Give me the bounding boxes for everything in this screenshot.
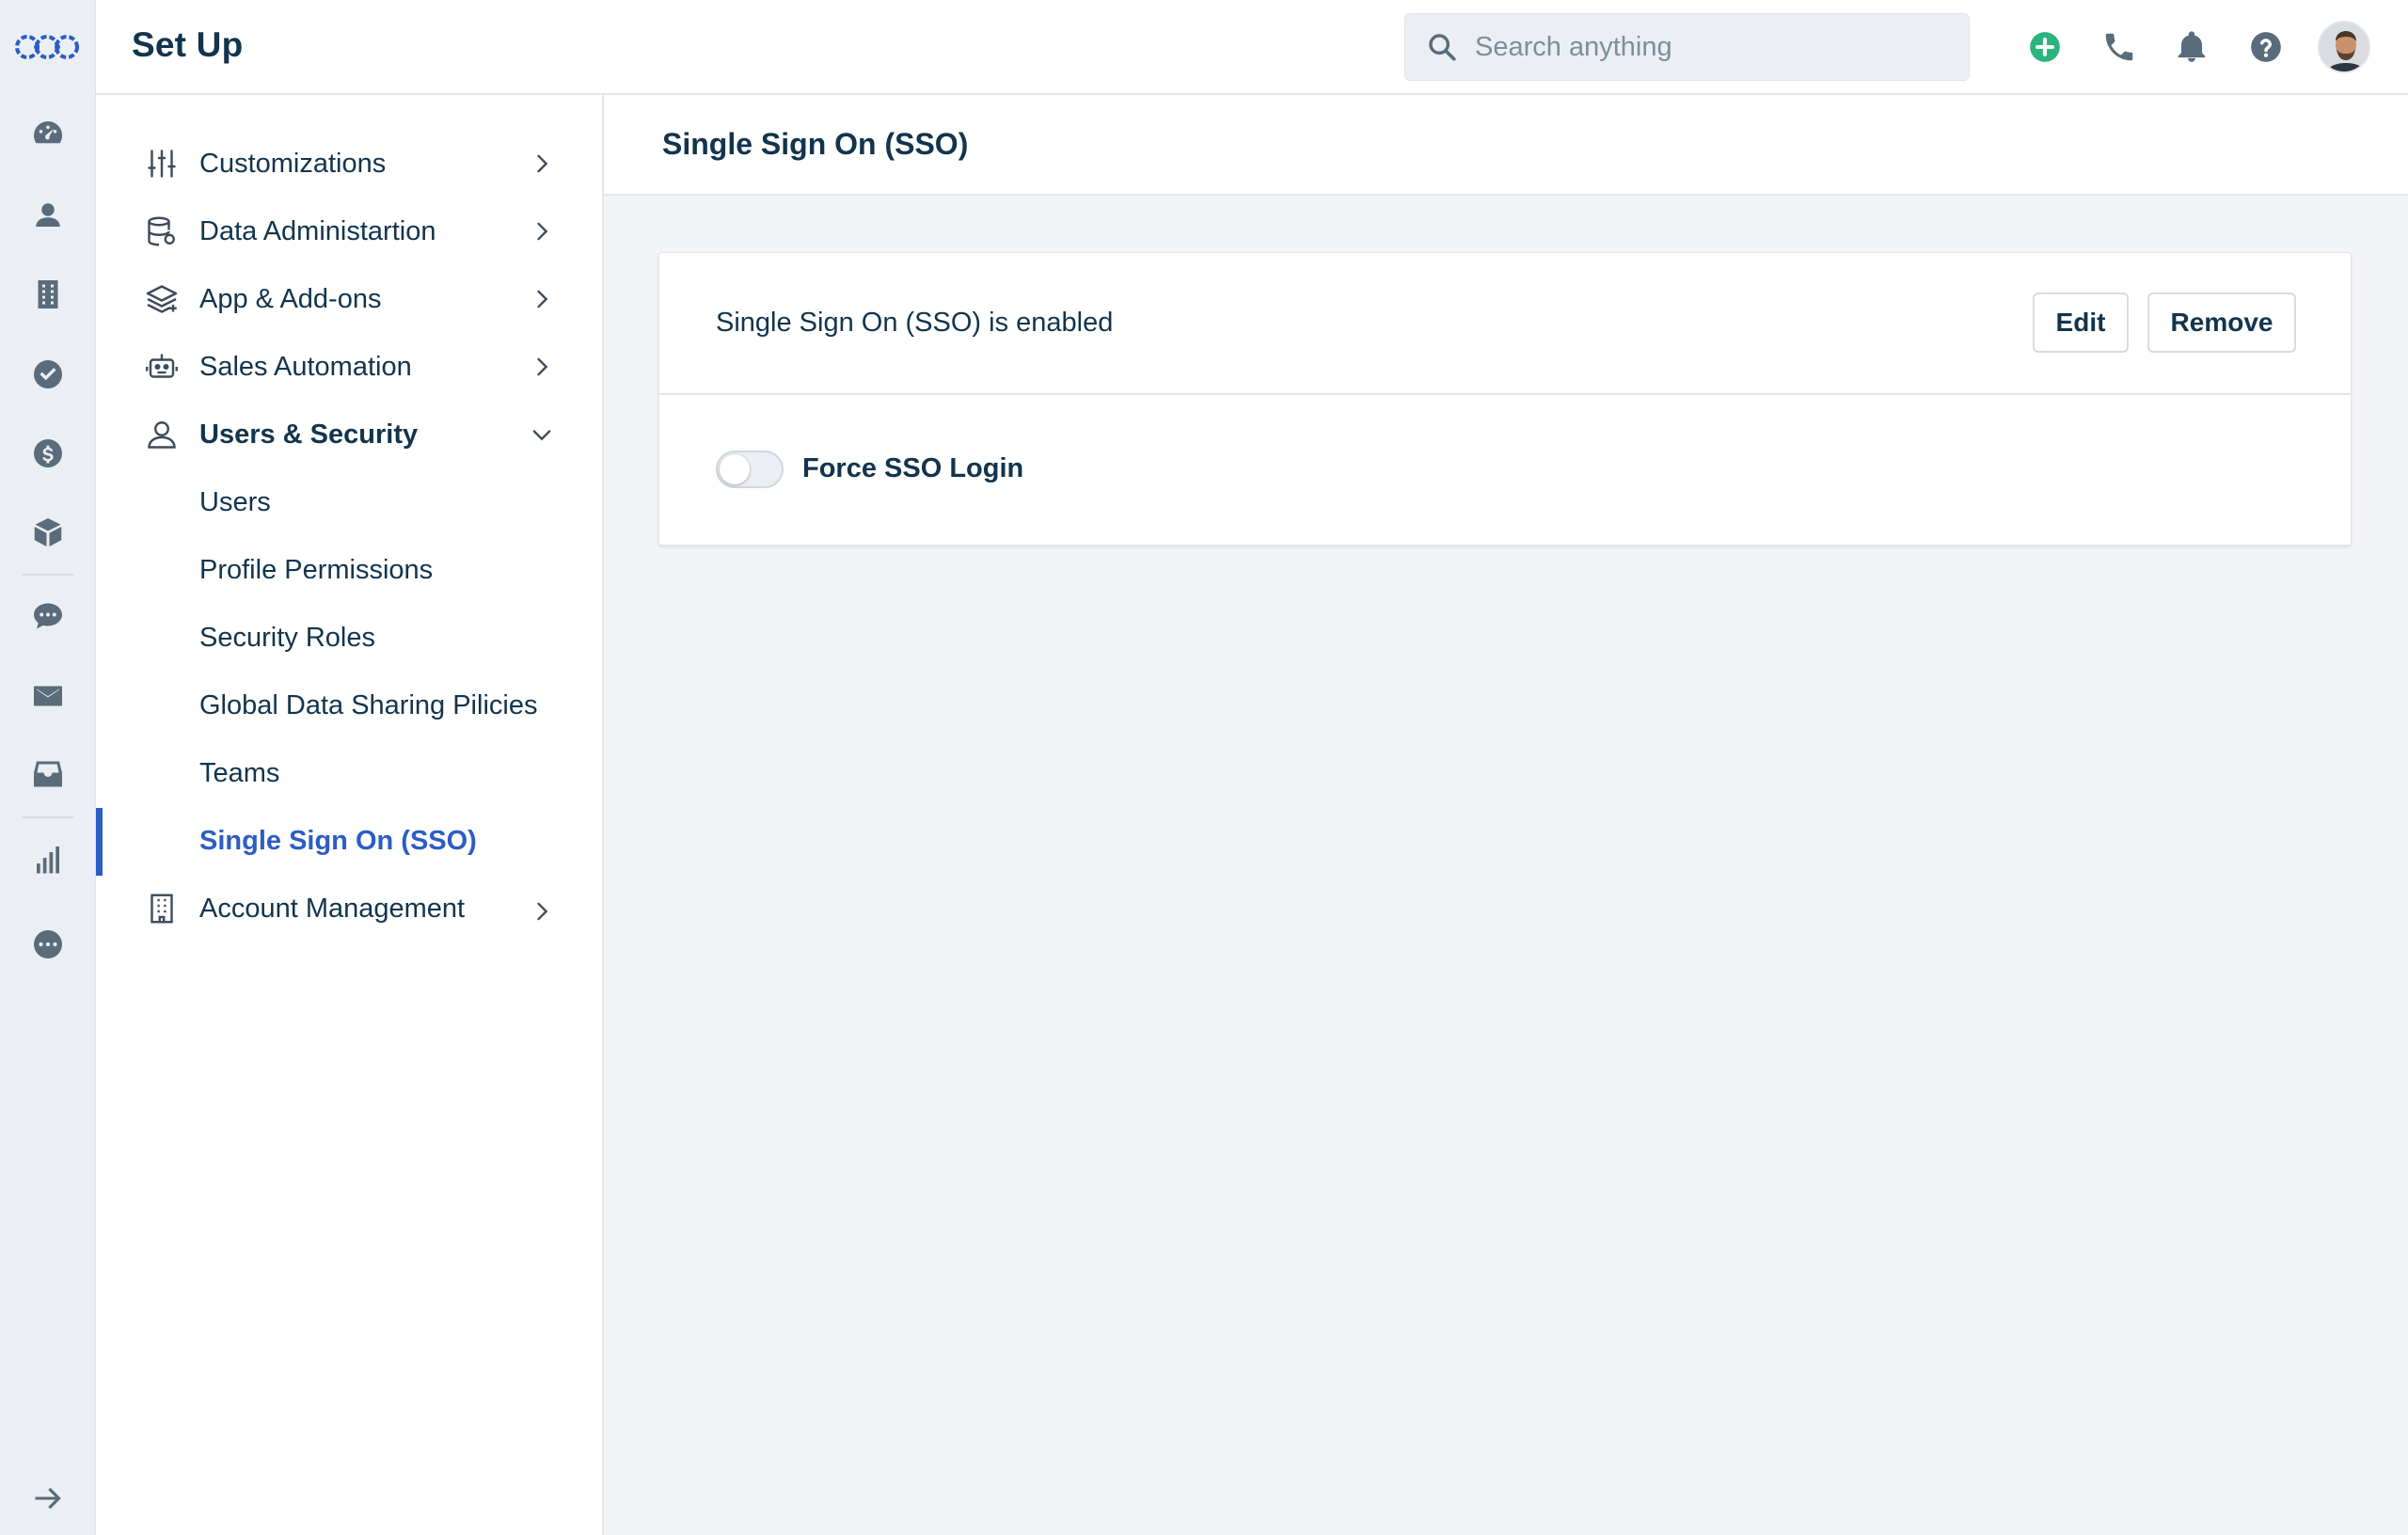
search-input[interactable] <box>1475 31 1969 63</box>
sidebar-item-label: Account Management <box>199 893 466 924</box>
reports-icon[interactable] <box>24 837 71 884</box>
dashboard-icon[interactable] <box>24 109 71 156</box>
inbox-icon[interactable] <box>24 751 71 798</box>
mail-icon[interactable] <box>24 673 71 720</box>
sidebar-item-account-management[interactable]: Account Management <box>96 880 602 937</box>
sidebar-subitem-profile-permissions[interactable]: Profile Permissions <box>96 542 602 598</box>
sidebar-item-label: Data Administartion <box>199 215 436 246</box>
deals-icon[interactable] <box>24 430 71 477</box>
sidebar-subitem-label: Teams <box>199 757 280 788</box>
sliders-icon <box>145 147 179 181</box>
robot-icon <box>145 350 179 384</box>
sidebar-subitem-label: Security Roles <box>199 622 375 653</box>
sso-settings-card: Single Sign On (SSO) is enabled Edit Rem… <box>658 252 2352 546</box>
sidebar-subitem-sso[interactable]: Single Sign On (SSO) <box>96 813 602 869</box>
chevron-right-icon <box>537 357 548 376</box>
app-logo-icon[interactable] <box>14 28 80 66</box>
database-icon <box>145 214 179 248</box>
sidebar-item-customizations[interactable]: Customizations <box>96 135 602 192</box>
expand-arrow-icon[interactable] <box>24 1475 71 1522</box>
sidebar-subitem-label: Users <box>199 486 271 517</box>
accounts-icon[interactable] <box>24 271 71 318</box>
chevron-right-icon <box>537 222 548 241</box>
force-sso-toggle[interactable] <box>716 451 784 488</box>
sidebar-item-app-addons[interactable]: App & Add-ons <box>96 271 602 327</box>
remove-button[interactable]: Remove <box>2147 293 2296 353</box>
search-icon <box>1429 34 1456 61</box>
contacts-icon[interactable] <box>24 192 71 239</box>
sidebar-subitem-label: Profile Permissions <box>199 554 434 585</box>
sidebar-item-label: Users & Security <box>199 419 419 450</box>
search-box[interactable] <box>1404 13 1970 81</box>
content-header: Single Sign On (SSO) <box>604 95 2408 196</box>
layers-icon <box>145 282 179 316</box>
sidebar-item-label: App & Add-ons <box>199 283 382 314</box>
more-icon[interactable] <box>24 921 71 968</box>
sidebar-subitem-teams[interactable]: Teams <box>96 745 602 801</box>
rail-separator <box>23 574 73 576</box>
sidebar-item-label: Customizations <box>199 148 387 179</box>
chevron-right-icon <box>537 902 548 921</box>
sidebar-item-label: Sales Automation <box>199 351 412 382</box>
tasks-icon[interactable] <box>24 351 71 398</box>
sidebar-subitem-global-data-sharing[interactable]: Global Data Sharing Pilicies <box>96 677 602 734</box>
bell-icon[interactable] <box>2170 25 2213 69</box>
phone-icon[interactable] <box>2098 25 2141 69</box>
building-icon <box>145 892 179 926</box>
sidebar-subitem-security-roles[interactable]: Security Roles <box>96 609 602 666</box>
section-title: Single Sign On (SSO) <box>662 127 969 161</box>
chevron-down-icon <box>532 430 551 441</box>
force-sso-label: Force SSO Login <box>802 453 1024 483</box>
sidebar-item-users-security[interactable]: Users & Security <box>96 406 602 463</box>
sso-status-text: Single Sign On (SSO) is enabled <box>716 308 1114 338</box>
sso-status-row: Single Sign On (SSO) is enabled Edit Rem… <box>659 253 2351 395</box>
sidebar-item-sales-automation[interactable]: Sales Automation <box>96 339 602 395</box>
chat-icon[interactable] <box>24 593 71 640</box>
sidebar-subitem-users[interactable]: Users <box>96 474 602 530</box>
settings-sidebar: Customizations Data Administartion App &… <box>96 95 604 1535</box>
help-icon[interactable] <box>2244 25 2288 69</box>
toggle-knob <box>720 454 750 484</box>
edit-button[interactable]: Edit <box>2033 293 2129 353</box>
avatar[interactable] <box>2318 21 2370 73</box>
left-rail <box>0 0 96 1535</box>
page-title: Set Up <box>132 25 244 64</box>
sidebar-subitem-label: Global Data Sharing Pilicies <box>199 689 538 720</box>
chevron-right-icon <box>537 154 548 173</box>
products-icon[interactable] <box>24 509 71 556</box>
sidebar-subitem-label: Single Sign On (SSO) <box>199 825 477 856</box>
sidebar-item-data-administration[interactable]: Data Administartion <box>96 203 602 260</box>
user-icon <box>145 418 179 451</box>
chevron-right-icon <box>537 290 548 309</box>
add-icon[interactable] <box>2023 25 2067 69</box>
top-header: Set Up <box>96 0 2408 95</box>
rail-separator <box>23 816 73 818</box>
